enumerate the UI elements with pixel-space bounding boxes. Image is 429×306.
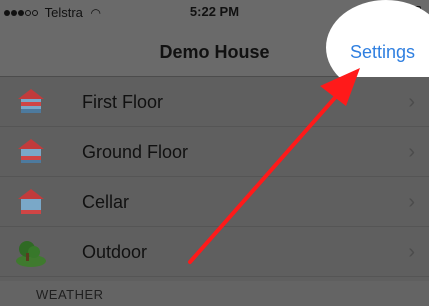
- list-item-label: Outdoor: [82, 242, 148, 262]
- chevron-right-icon: ›: [408, 91, 415, 113]
- list-item-label: First Floor: [82, 92, 163, 112]
- section-header-weather: WEATHER: [0, 281, 429, 306]
- settings-button[interactable]: Settings: [350, 42, 415, 63]
- chevron-right-icon: ›: [408, 241, 415, 263]
- chevron-right-icon: ›: [408, 191, 415, 213]
- list-item-label: Cellar: [82, 192, 130, 212]
- house-floor-icon: [18, 89, 44, 113]
- chevron-right-icon: ›: [408, 141, 415, 163]
- list-item-outdoor[interactable]: Outdoor ›: [0, 227, 429, 277]
- tree-icon: [16, 241, 46, 267]
- list-item-cellar[interactable]: Cellar ›: [0, 177, 429, 227]
- section-header-label: WEATHER: [36, 287, 104, 302]
- list-item-first-floor[interactable]: First Floor ›: [0, 77, 429, 127]
- list-item-label: Ground Floor: [82, 142, 189, 162]
- house-cellar-icon: [18, 189, 44, 214]
- house-floor-icon: [18, 139, 44, 163]
- floor-list: First Floor › Ground Floor › Cellar › Ou…: [0, 77, 429, 277]
- list-item-ground-floor[interactable]: Ground Floor ›: [0, 127, 429, 177]
